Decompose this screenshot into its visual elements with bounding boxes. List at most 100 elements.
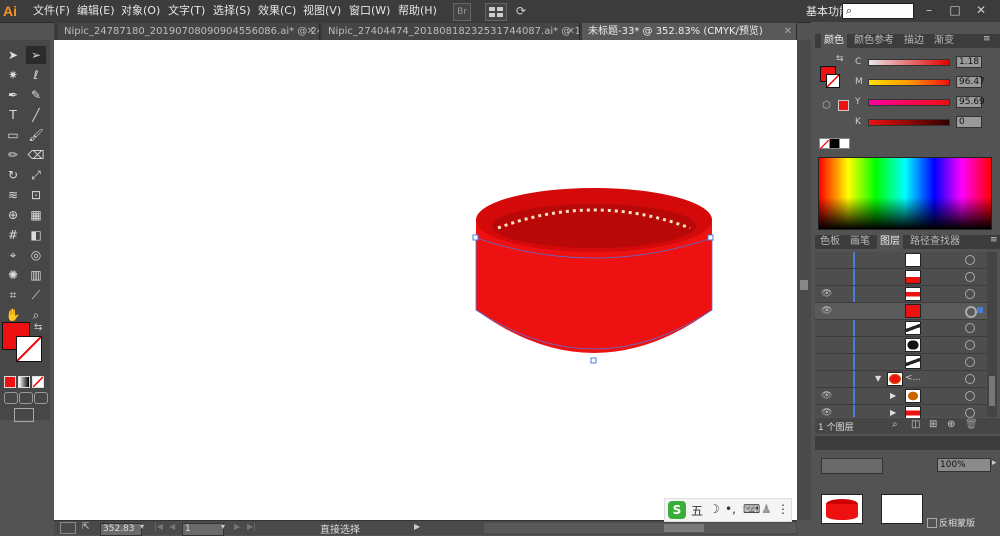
draw-normal-icon[interactable]: [4, 392, 18, 404]
moon-icon[interactable]: ☽: [709, 502, 720, 516]
rectangle-tool-icon[interactable]: ▭: [3, 126, 23, 144]
next-artboard-icon[interactable]: ▶: [234, 522, 240, 531]
anchor-point[interactable]: [707, 234, 714, 241]
channel-c-slider[interactable]: [868, 59, 950, 66]
target-icon[interactable]: [965, 272, 975, 282]
layer-row[interactable]: 👁 ▶: [815, 388, 987, 405]
menu-window[interactable]: 窗口(W): [349, 3, 390, 19]
tab-brushes[interactable]: 画笔: [847, 235, 873, 249]
artboard-number-field[interactable]: 1: [182, 523, 224, 536]
layer-row[interactable]: [815, 337, 987, 354]
menu-object[interactable]: 对象(O): [121, 3, 160, 19]
selection-indicator[interactable]: [977, 307, 983, 313]
white-swatch[interactable]: [839, 138, 850, 149]
punctuation-icon[interactable]: •,: [725, 502, 736, 516]
new-layer-icon[interactable]: ⊕: [947, 419, 955, 430]
target-icon[interactable]: [965, 391, 975, 401]
prev-artboard-icon[interactable]: ◀: [169, 522, 175, 531]
keyboard-icon[interactable]: ⌨: [743, 502, 760, 516]
collapse-arrow-icon[interactable]: ▼: [875, 374, 881, 383]
swap-colors-icon[interactable]: ⇆: [836, 54, 844, 64]
color-spectrum[interactable]: [818, 157, 992, 230]
locate-object-icon[interactable]: ⌕: [892, 419, 898, 430]
selection-tool-icon[interactable]: ➤: [3, 46, 23, 64]
width-tool-icon[interactable]: ≋: [3, 186, 23, 204]
channel-c-value[interactable]: 1.18: [956, 56, 982, 68]
bridge-button[interactable]: Br: [453, 3, 471, 21]
eye-icon[interactable]: 👁: [821, 306, 832, 316]
rotate-tool-icon[interactable]: ↻: [3, 166, 23, 184]
skin-icon[interactable]: ♟: [761, 502, 772, 516]
target-icon[interactable]: [965, 340, 975, 350]
close-tab-icon[interactable]: ✕: [307, 23, 315, 40]
magic-wand-tool-icon[interactable]: ✷: [3, 66, 23, 84]
target-icon[interactable]: [965, 408, 975, 418]
symbol-sprayer-tool-icon[interactable]: ✺: [3, 266, 23, 284]
draw-behind-icon[interactable]: [19, 392, 33, 404]
shape-builder-tool-icon[interactable]: ⊕: [3, 206, 23, 224]
sync-icon[interactable]: ⟳: [516, 4, 526, 18]
menu-view[interactable]: 视图(V): [303, 3, 341, 19]
close-icon[interactable]: ✕: [972, 3, 990, 17]
more-icon[interactable]: ⋮: [777, 502, 789, 516]
mask-thumbnail[interactable]: [881, 494, 923, 524]
first-artboard-icon[interactable]: |◀: [154, 522, 163, 531]
none-mode-icon[interactable]: [32, 376, 44, 388]
vertical-scrollbar[interactable]: [797, 40, 811, 520]
swap-fill-stroke-icon[interactable]: ⇆: [34, 322, 42, 333]
curvature-tool-icon[interactable]: ✎: [26, 86, 46, 104]
opacity-field[interactable]: 100%: [937, 458, 991, 472]
target-icon[interactable]: [965, 357, 975, 367]
free-transform-tool-icon[interactable]: ⊡: [26, 186, 46, 204]
eye-icon[interactable]: 👁: [821, 408, 832, 418]
anchor-point[interactable]: [472, 234, 479, 241]
close-tab-icon[interactable]: ✕: [567, 23, 575, 40]
red-cylinder-artwork[interactable]: [470, 178, 718, 368]
eyedropper-tool-icon[interactable]: ⌖: [3, 246, 23, 264]
type-tool-icon[interactable]: T: [3, 106, 23, 124]
search-input[interactable]: ⌕: [842, 3, 914, 19]
tab-document-2[interactable]: Nipic_27404474_20180818232531744087.ai* …: [322, 23, 580, 40]
arrange-documents-button[interactable]: [485, 3, 507, 21]
object-thumbnail[interactable]: [821, 494, 863, 524]
panel-menu-icon[interactable]: ≡: [990, 235, 998, 245]
layer-group-row[interactable]: ▼ <...: [815, 371, 987, 388]
screen-mode-icon[interactable]: [14, 408, 34, 422]
tab-color-guide[interactable]: 颜色参考: [851, 34, 897, 48]
sogou-logo-icon[interactable]: S: [668, 501, 686, 519]
menu-file[interactable]: 文件(F): [33, 3, 70, 19]
blend-tool-icon[interactable]: ◎: [26, 246, 46, 264]
eye-icon[interactable]: 👁: [821, 391, 832, 401]
stroke-swatch[interactable]: [16, 336, 42, 362]
tab-layers[interactable]: 图层: [877, 235, 903, 249]
scale-tool-icon[interactable]: ⤢: [26, 166, 46, 184]
channel-y-value[interactable]: 95.69: [956, 96, 985, 108]
layer-row[interactable]: [815, 354, 987, 371]
zoom-field[interactable]: 352.83: [100, 523, 142, 536]
tab-stroke[interactable]: 描边: [901, 34, 927, 48]
layer-row[interactable]: [815, 320, 987, 337]
invert-mask-checkbox[interactable]: [927, 518, 937, 528]
expand-arrow-icon[interactable]: ▶: [890, 391, 896, 400]
minimize-icon[interactable]: –: [920, 3, 938, 17]
gradient-mode-icon[interactable]: [18, 376, 30, 388]
menu-effect[interactable]: 效果(C): [258, 3, 296, 19]
vertical-scroll-thumb[interactable]: [800, 280, 808, 290]
paintbrush-tool-icon[interactable]: 🖌: [26, 126, 46, 144]
menu-edit[interactable]: 编辑(E): [77, 3, 115, 19]
share-icon[interactable]: ⇱: [82, 522, 90, 532]
tab-color[interactable]: 颜色: [821, 34, 847, 48]
menu-help[interactable]: 帮助(H): [398, 3, 437, 19]
tab-document-1[interactable]: Nipic_24787180_20190708090904556086.ai* …: [58, 23, 320, 40]
maximize-icon[interactable]: □: [946, 3, 964, 17]
layer-row[interactable]: 👁: [815, 286, 987, 303]
column-graph-tool-icon[interactable]: ▥: [26, 266, 46, 284]
tab-swatches[interactable]: 色板: [817, 235, 843, 249]
tab-gradient[interactable]: 渐变: [931, 34, 957, 48]
artboard-dropdown-icon[interactable]: ▾: [221, 522, 225, 531]
slice-tool-icon[interactable]: ⟋: [26, 286, 46, 304]
expand-arrow-icon[interactable]: ▶: [890, 408, 896, 417]
gradient-tool-icon[interactable]: ◧: [26, 226, 46, 244]
channel-k-value[interactable]: 0: [956, 116, 982, 128]
target-icon[interactable]: [965, 255, 975, 265]
